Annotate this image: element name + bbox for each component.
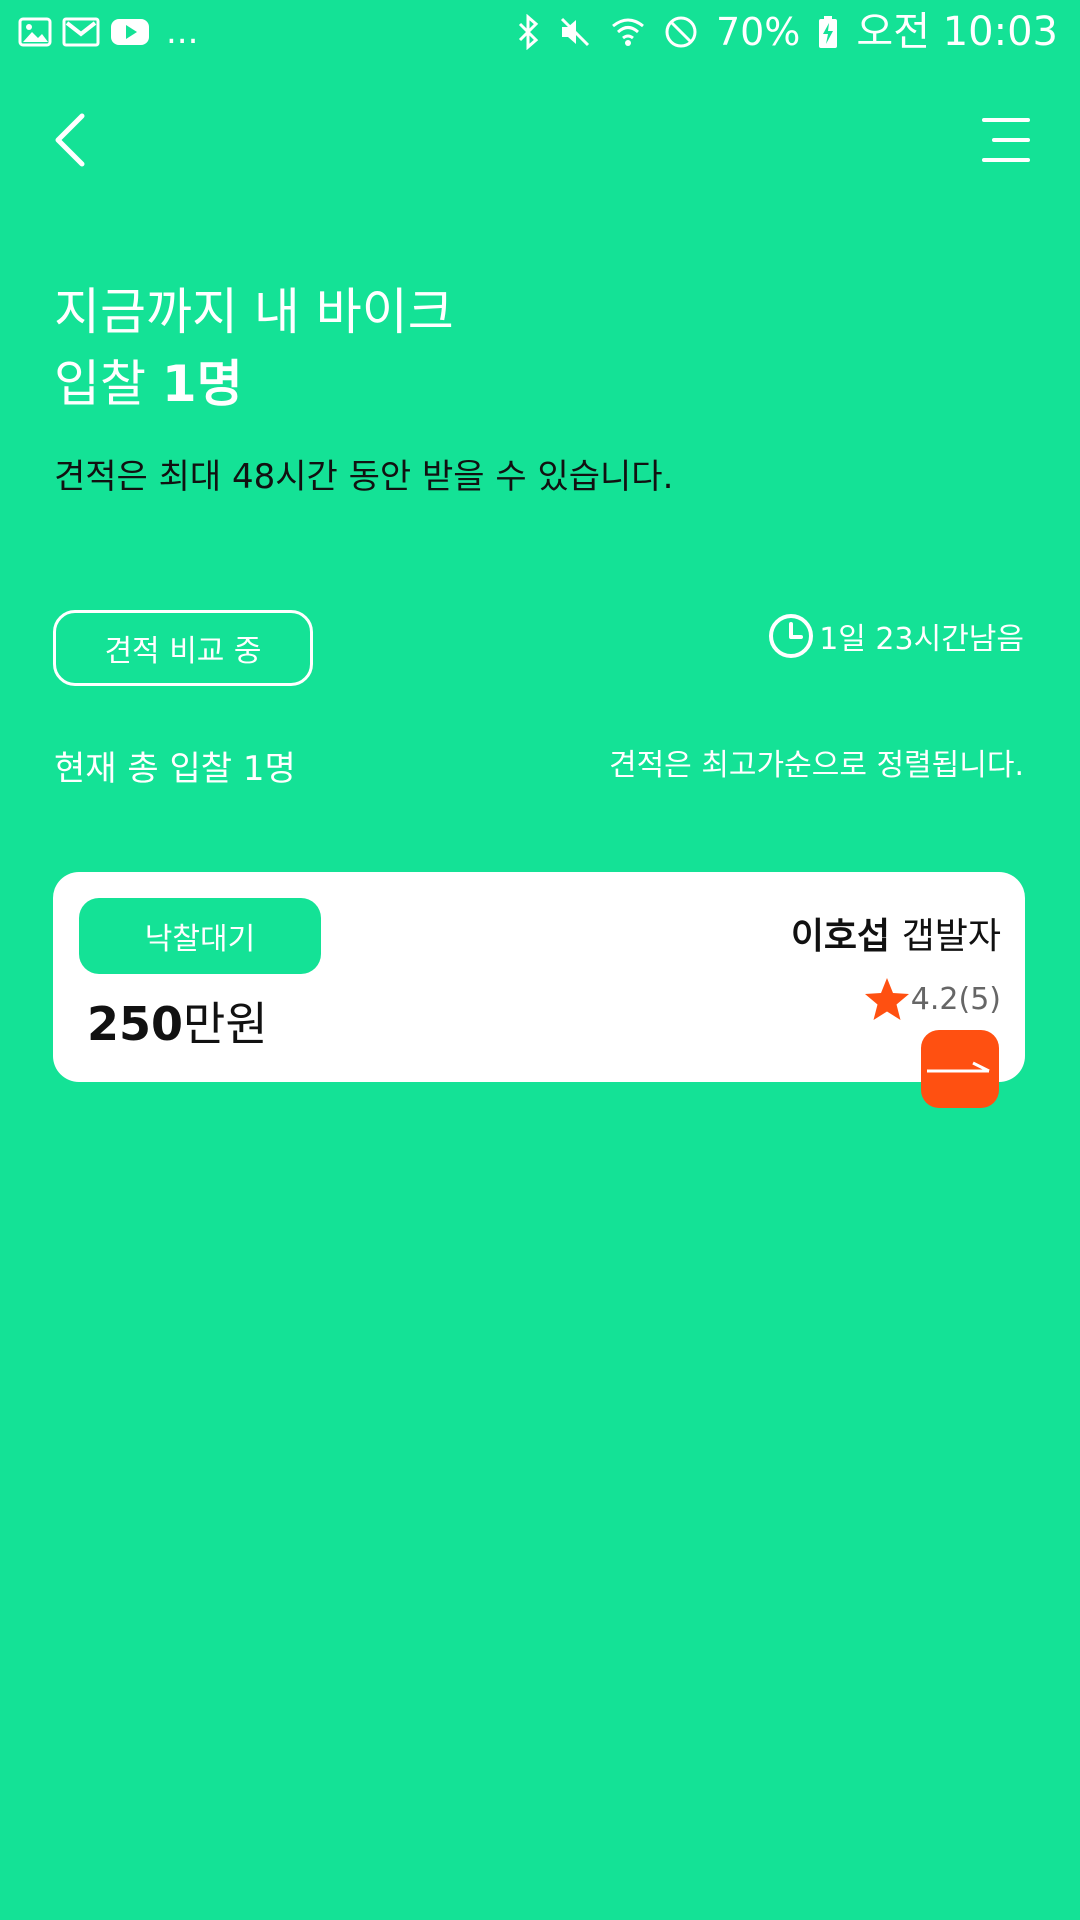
clock: 오전 10:03 [856, 9, 1058, 55]
do-not-disturb-icon [665, 16, 697, 48]
menu-button[interactable] [980, 114, 1032, 166]
more-notifications: ... [166, 12, 199, 52]
image-icon [18, 17, 52, 47]
notification-icons: ... [18, 14, 198, 50]
chevron-left-icon [55, 113, 85, 167]
time-remaining: 1일 23시간남음 [767, 612, 1024, 660]
quote-duration-note: 견적은 최대 48시간 동안 받을 수 있습니다. [54, 457, 674, 497]
system-status: 70% 오전 10:03 [516, 10, 1058, 54]
battery-percent: 70% [715, 10, 801, 54]
sort-order-note: 견적은 최고가순으로 정렬됩니다. [608, 748, 1024, 783]
bid-card[interactable]: 낙찰대기 250만원 이호섭 갭발자 4.2(5) [53, 872, 1025, 1082]
app-header [0, 100, 1080, 180]
menu-icon [982, 118, 1030, 162]
bid-price: 250만원 [87, 992, 268, 1056]
bidder-rating: 4.2(5) [863, 976, 1001, 1022]
bid-detail-button[interactable] [921, 1030, 999, 1108]
bid-price-unit: 만원 [183, 997, 268, 1051]
title-line1: 지금까지 내 바이크 [54, 283, 454, 341]
mute-icon [560, 17, 589, 47]
comparison-status-badge: 견적 비교 중 [53, 610, 313, 686]
clock-icon [769, 614, 814, 658]
bidder-role: 갭발자 [890, 916, 1001, 957]
title-bid-label: 입찰 [54, 355, 162, 413]
back-button[interactable] [48, 110, 98, 170]
title-bid-count: 1명 [161, 355, 243, 413]
gmail-icon [62, 17, 100, 47]
youtube-icon [111, 19, 149, 45]
time-remaining-text: 1일 23시간남음 [819, 622, 1024, 657]
status-bar: ... 70% 오전 10:03 [0, 0, 1080, 64]
title-line2: 입찰 1명 [54, 348, 454, 420]
page-title: 지금까지 내 바이크 입찰 1명 [54, 276, 454, 420]
bid-status-badge: 낙찰대기 [79, 898, 321, 974]
bluetooth-icon [518, 14, 539, 50]
battery-charging-icon [819, 16, 838, 48]
star-icon [864, 978, 909, 1020]
bid-price-number: 250 [87, 997, 184, 1051]
total-bid-count: 현재 총 입찰 1명 [54, 749, 296, 789]
wifi-icon [612, 18, 644, 46]
bidder-surname: 이호섭 [790, 916, 891, 957]
rating-value: 4.2(5) [910, 981, 1001, 1017]
arrow-right-icon [927, 1061, 990, 1073]
bidder-name: 이호섭 갭발자 [791, 912, 1001, 962]
